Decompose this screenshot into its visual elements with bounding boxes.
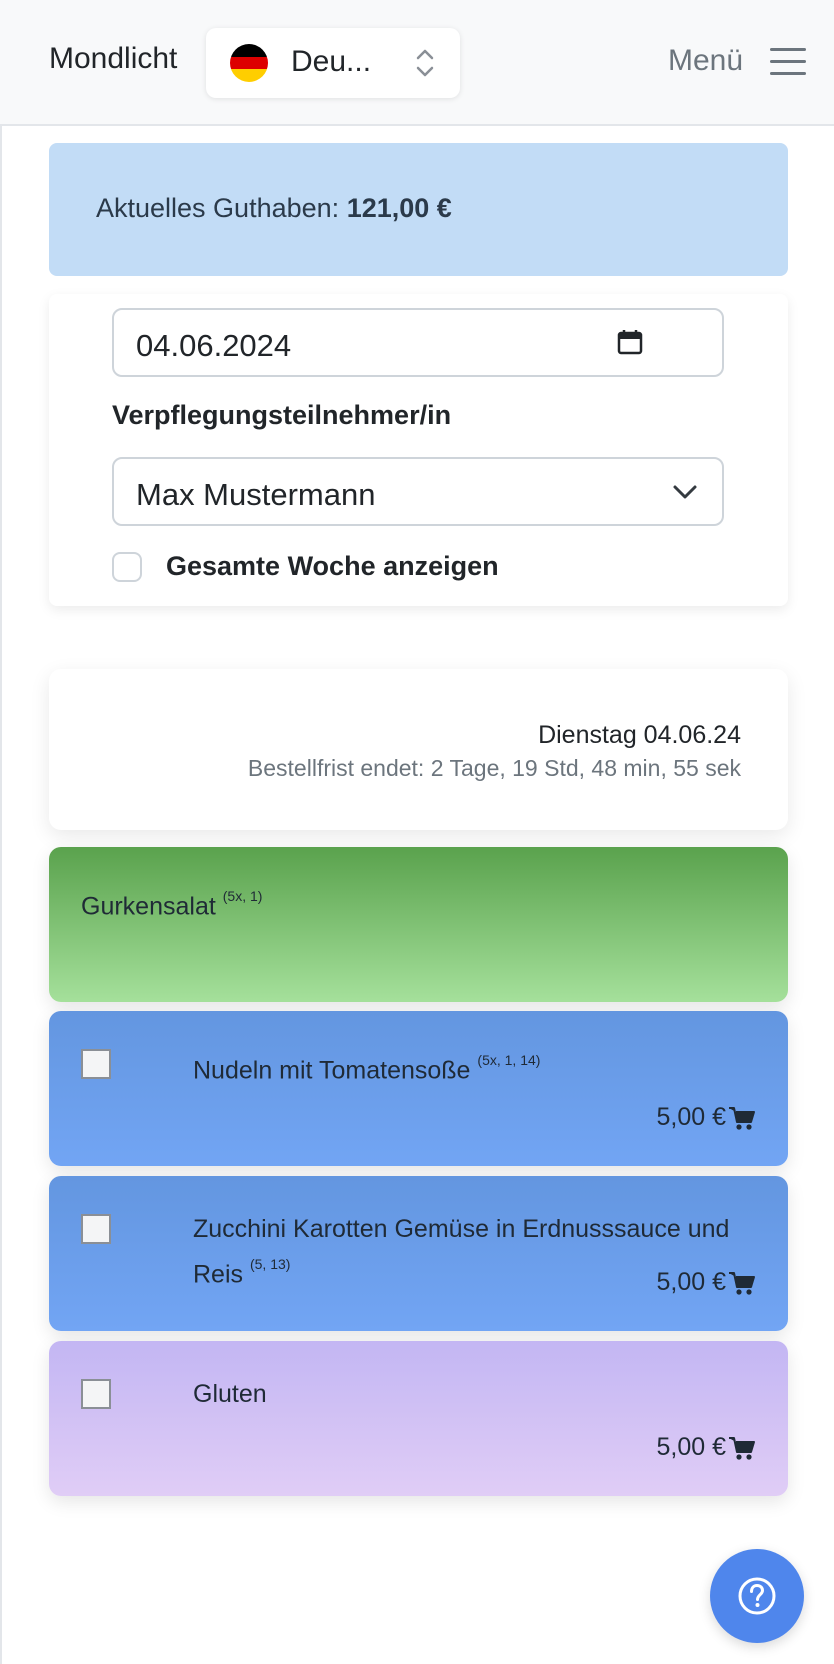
date-value: 04.06.2024 [136, 328, 292, 363]
week-checkbox-label[interactable]: Gesamte Woche anzeigen [166, 551, 499, 582]
meal-checkbox[interactable] [81, 1379, 111, 1409]
order-deadline: Bestellfrist endet: 2 Tage, 19 Std, 48 m… [247, 755, 741, 781]
meal-price[interactable]: 5,00 € [656, 1268, 756, 1297]
cart-icon[interactable] [728, 1435, 756, 1461]
participant-label: Verpflegungsteilnehmer/in [112, 400, 452, 430]
meal-checkbox[interactable] [81, 1214, 111, 1244]
day-title: Dienstag 04.06.24 [538, 721, 741, 749]
help-button[interactable] [710, 1549, 804, 1643]
language-label: Deu... [291, 45, 372, 78]
germany-flag-icon [230, 44, 268, 82]
meal-name: Gluten [193, 1380, 267, 1408]
language-select[interactable]: Deu... [206, 28, 460, 98]
meal-card-salad: Gurkensalat (5x, 1) [49, 847, 788, 1002]
balance-text: Aktuelles Guthaben: 121,00 € [96, 193, 452, 224]
meal-name: Gurkensalat (5x, 1) [81, 888, 263, 921]
meal-card-gluten[interactable]: Gluten 5,00 € [49, 1341, 788, 1496]
menu-label[interactable]: Menü [668, 44, 743, 78]
date-input[interactable]: 04.06.2024 [112, 308, 724, 377]
allergen-codes: (5x, 1) [222, 888, 263, 904]
calendar-icon[interactable] [616, 328, 644, 356]
meal-price[interactable]: 5,00 € [656, 1433, 756, 1462]
meal-card-pasta[interactable]: Nudeln mit Tomatensoße (5x, 1, 14) 5,00 … [49, 1011, 788, 1166]
window-edge [0, 0, 2, 1664]
chevron-down-icon [673, 485, 697, 499]
week-checkbox[interactable] [112, 552, 142, 582]
cart-icon[interactable] [728, 1270, 756, 1296]
meal-name: Nudeln mit Tomatensoße (5x, 1, 14) [193, 1052, 541, 1085]
allergen-codes: (5, 13) [249, 1256, 291, 1272]
day-header-card: Dienstag 04.06.24 Bestellfrist endet: 2 … [49, 669, 788, 830]
hamburger-icon[interactable] [770, 48, 806, 76]
balance-alert: Aktuelles Guthaben: 121,00 € [49, 143, 788, 276]
allergen-codes: (5x, 1, 14) [477, 1052, 541, 1068]
help-icon [738, 1577, 776, 1615]
participant-select[interactable]: Max Mustermann [112, 457, 724, 526]
balance-amount: 121,00 € [346, 193, 452, 223]
cart-icon[interactable] [728, 1105, 756, 1131]
meal-checkbox[interactable] [81, 1049, 111, 1079]
balance-label: Aktuelles Guthaben: [96, 193, 340, 223]
updown-chevron-icon [416, 49, 434, 77]
filter-card: 04.06.2024 Verpflegungsteilnehmer/in Max… [49, 294, 788, 606]
meal-card-zucchini[interactable]: Zucchini Karotten Gemüse in Erdnusssauce… [49, 1176, 788, 1331]
participant-value: Max Mustermann [136, 477, 376, 512]
navbar: Mondlicht Deu... Menü [0, 0, 834, 126]
brand-name[interactable]: Mondlicht [49, 42, 177, 76]
meal-price[interactable]: 5,00 € [656, 1103, 756, 1132]
